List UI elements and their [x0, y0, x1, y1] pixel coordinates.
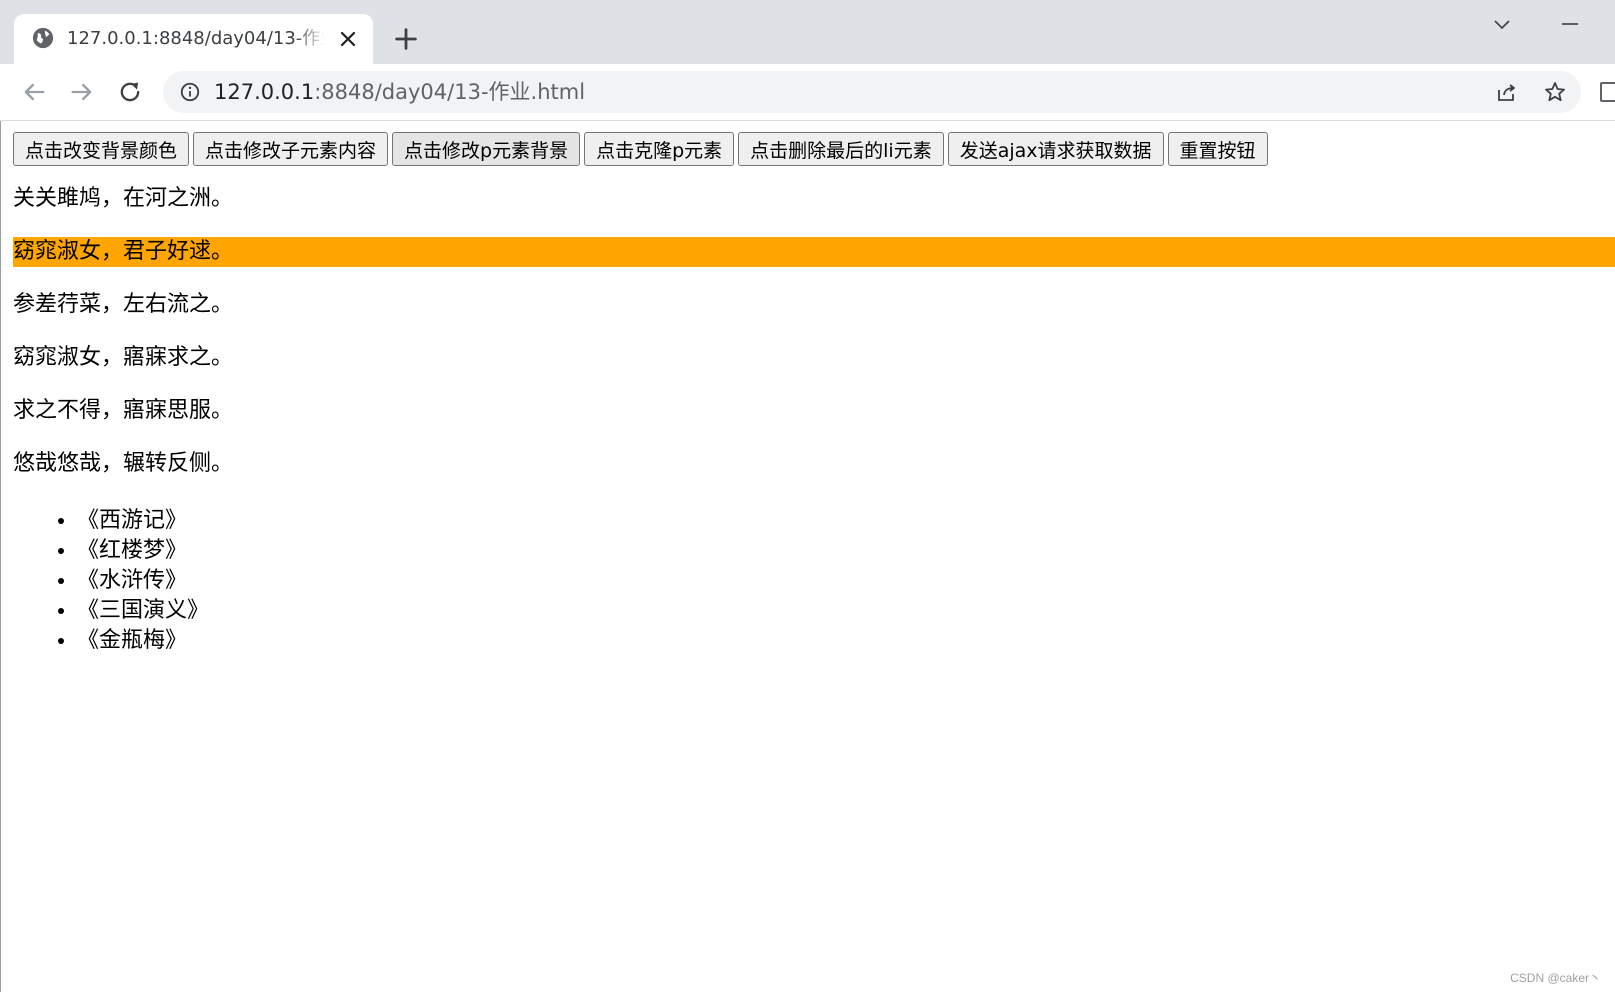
- paragraph-highlighted: 窈窕淑女，君子好逑。: [13, 237, 1615, 267]
- forward-arrow-icon[interactable]: [68, 78, 96, 106]
- address-url[interactable]: 127.0.0.1:8848/day04/13-作业.html: [214, 79, 585, 105]
- star-icon[interactable]: [1543, 80, 1567, 104]
- back-arrow-icon[interactable]: [20, 78, 48, 106]
- new-tab-icon[interactable]: [392, 25, 420, 53]
- book-list: 《西游记》 《红楼梦》 《水浒传》 《三国演义》 《金瓶梅》: [13, 506, 209, 656]
- minimize-icon[interactable]: [1558, 12, 1582, 36]
- reset-button[interactable]: 重置按钮: [1167, 132, 1268, 166]
- paragraph: 悠哉悠哉，辗转反侧。: [13, 451, 234, 476]
- globe-icon: [32, 27, 54, 49]
- change-bg-color-button[interactable]: 点击改变背景颜色: [13, 132, 190, 166]
- tab-title: 127.0.0.1:8848/day04/13-作业.html: [67, 27, 325, 51]
- page-content: 点击改变背景颜色 点击修改子元素内容 点击修改p元素背景 点击克隆p元素 点击删除最后的…: [0, 121, 1615, 992]
- list-item: 《金瓶梅》: [77, 626, 209, 656]
- share-icon[interactable]: [1495, 80, 1519, 104]
- chevron-down-icon[interactable]: [1490, 12, 1514, 36]
- address-bar[interactable]: 127.0.0.1:8848/day04/13-作业.html: [163, 71, 1581, 113]
- paragraph: 参差荇菜，左右流之。: [13, 292, 234, 317]
- modify-p-bg-button[interactable]: 点击修改p元素背景: [392, 132, 581, 166]
- button-row: 点击改变背景颜色 点击修改子元素内容 点击修改p元素背景 点击克隆p元素 点击删除最后的…: [13, 132, 1272, 166]
- delete-last-li-button[interactable]: 点击删除最后的li元素: [738, 132, 944, 166]
- paragraph: 关关雎鸠，在河之洲。: [13, 186, 234, 211]
- watermark: CSDN @caker丶: [1510, 971, 1601, 985]
- browser-tab[interactable]: 127.0.0.1:8848/day04/13-作业.html: [14, 14, 373, 64]
- reload-icon[interactable]: [116, 78, 144, 106]
- poem-paragraphs: 关关雎鸠，在河之洲。 窈窕淑女，君子好逑。 参差荇菜，左右流之。 窈窕淑女，寤寐…: [13, 184, 1615, 502]
- clone-p-button[interactable]: 点击克隆p元素: [584, 132, 735, 166]
- list-item: 《三国演义》: [77, 596, 209, 626]
- tab-strip: 127.0.0.1:8848/day04/13-作业.html: [0, 0, 1615, 64]
- send-ajax-button[interactable]: 发送ajax请求获取数据: [947, 132, 1164, 166]
- url-path: :8848/day04/13-作业.html: [314, 80, 586, 104]
- list-item: 《水浒传》: [77, 566, 209, 596]
- modify-child-content-button[interactable]: 点击修改子元素内容: [193, 132, 389, 166]
- browser-toolbar: 127.0.0.1:8848/day04/13-作业.html: [0, 64, 1615, 121]
- list-item: 《红楼梦》: [77, 536, 209, 566]
- url-host: 127.0.0.1: [214, 80, 315, 104]
- info-icon[interactable]: [179, 81, 201, 103]
- paragraph: 求之不得，寤寐思服。: [13, 398, 234, 423]
- browser-window: 127.0.0.1:8848/day04/13-作业.html: [0, 0, 1615, 992]
- close-icon[interactable]: [336, 27, 360, 51]
- paragraph: 窈窕淑女，寤寐求之。: [13, 345, 234, 370]
- list-item: 《西游记》: [77, 506, 209, 536]
- side-panel-icon[interactable]: [1600, 82, 1615, 102]
